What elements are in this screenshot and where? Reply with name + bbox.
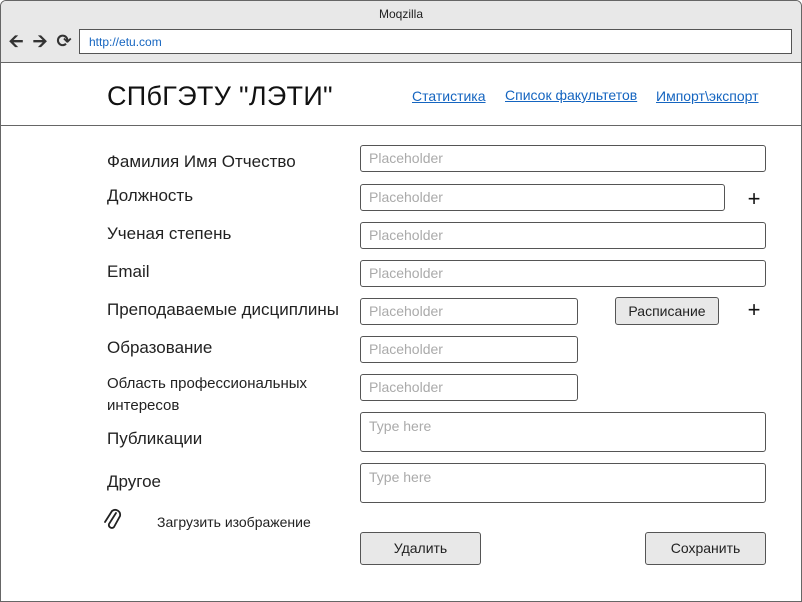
browser-toolbar: 🡨 🡪 ⟳ http://etu.com bbox=[1, 28, 801, 63]
field-label-education: Образование bbox=[107, 338, 213, 357]
field-label-email: Email bbox=[107, 262, 150, 281]
add-discipline-plus-icon[interactable]: + bbox=[745, 299, 763, 321]
position-input[interactable]: Placeholder bbox=[360, 184, 725, 211]
browser-window: Moqzilla 🡨 🡪 ⟳ http://etu.com СПбГЭТУ "Л… bbox=[0, 0, 802, 602]
nav-link-faculties[interactable]: Список факультетов bbox=[505, 87, 637, 103]
upload-image-label[interactable]: Загрузить изображение bbox=[157, 514, 311, 530]
publications-textarea[interactable]: Type here bbox=[360, 412, 766, 452]
field-label-publications: Публикации bbox=[107, 429, 203, 448]
paperclip-icon[interactable] bbox=[103, 507, 123, 536]
reload-icon[interactable]: ⟳ bbox=[55, 33, 73, 51]
email-input[interactable]: Placeholder bbox=[360, 260, 766, 287]
field-label-interests: Область профессиональных интересов bbox=[107, 375, 308, 414]
schedule-button[interactable]: Расписание bbox=[615, 297, 719, 325]
disciplines-input[interactable]: Placeholder bbox=[360, 298, 578, 325]
field-label-degree: Ученая степень bbox=[107, 224, 232, 243]
nav-link-statistics[interactable]: Статистика bbox=[412, 88, 486, 104]
window-title: Moqzilla bbox=[1, 1, 801, 28]
other-textarea[interactable]: Type here bbox=[360, 463, 766, 503]
education-input[interactable]: Placeholder bbox=[360, 336, 578, 363]
forward-arrow-icon[interactable]: 🡪 bbox=[31, 33, 49, 51]
address-bar[interactable]: http://etu.com bbox=[79, 29, 792, 54]
field-label-position: Должность bbox=[107, 186, 194, 205]
save-button[interactable]: Сохранить bbox=[645, 532, 766, 565]
site-title: СПбГЭТУ "ЛЭТИ" bbox=[107, 81, 333, 111]
field-label-disciplines: Преподаваемые дисциплины bbox=[107, 300, 339, 319]
back-arrow-icon[interactable]: 🡨 bbox=[7, 33, 25, 51]
site-header: СПбГЭТУ "ЛЭТИ" Статистика Список факульт… bbox=[1, 63, 801, 126]
field-label-other: Другое bbox=[107, 472, 162, 491]
nav-link-import-export[interactable]: Импорт\экспорт bbox=[656, 88, 759, 104]
delete-button[interactable]: Удалить bbox=[360, 532, 481, 565]
full-name-input[interactable]: Placeholder bbox=[360, 145, 766, 172]
add-position-plus-icon[interactable]: + bbox=[745, 188, 763, 210]
degree-input[interactable]: Placeholder bbox=[360, 222, 766, 249]
interests-input[interactable]: Placeholder bbox=[360, 374, 578, 401]
field-label-full-name: Фамилия Имя Отчество bbox=[107, 152, 296, 171]
